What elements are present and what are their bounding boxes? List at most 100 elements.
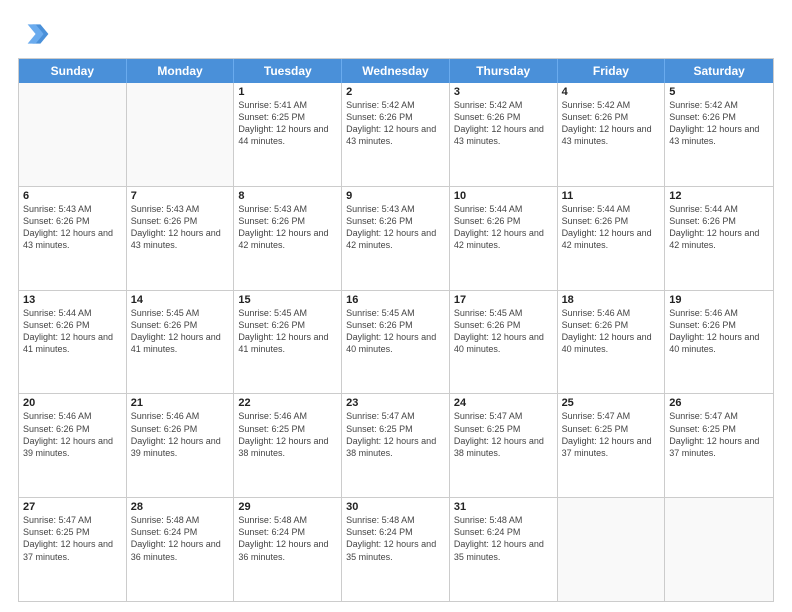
day-number: 11 (562, 190, 661, 202)
day-number: 1 (238, 86, 337, 98)
calendar-day-cell: 4Sunrise: 5:42 AM Sunset: 6:26 PM Daylig… (558, 83, 666, 186)
calendar-day-cell: 5Sunrise: 5:42 AM Sunset: 6:26 PM Daylig… (665, 83, 773, 186)
day-number: 27 (23, 501, 122, 513)
day-info: Sunrise: 5:48 AM Sunset: 6:24 PM Dayligh… (346, 514, 445, 563)
day-number: 20 (23, 397, 122, 409)
day-number: 14 (131, 294, 230, 306)
day-info: Sunrise: 5:45 AM Sunset: 6:26 PM Dayligh… (131, 307, 230, 356)
day-info: Sunrise: 5:48 AM Sunset: 6:24 PM Dayligh… (238, 514, 337, 563)
day-number: 4 (562, 86, 661, 98)
calendar-day-cell (127, 83, 235, 186)
weekday-header: Sunday (19, 59, 127, 83)
day-number: 21 (131, 397, 230, 409)
calendar-day-cell (558, 498, 666, 601)
calendar-week-row: 27Sunrise: 5:47 AM Sunset: 6:25 PM Dayli… (19, 497, 773, 601)
calendar-week-row: 1Sunrise: 5:41 AM Sunset: 6:25 PM Daylig… (19, 83, 773, 186)
calendar-day-cell: 30Sunrise: 5:48 AM Sunset: 6:24 PM Dayli… (342, 498, 450, 601)
day-number: 12 (669, 190, 769, 202)
day-number: 5 (669, 86, 769, 98)
calendar-week-row: 13Sunrise: 5:44 AM Sunset: 6:26 PM Dayli… (19, 290, 773, 394)
day-info: Sunrise: 5:45 AM Sunset: 6:26 PM Dayligh… (454, 307, 553, 356)
calendar-day-cell: 15Sunrise: 5:45 AM Sunset: 6:26 PM Dayli… (234, 291, 342, 394)
calendar-day-cell: 11Sunrise: 5:44 AM Sunset: 6:26 PM Dayli… (558, 187, 666, 290)
calendar-body: 1Sunrise: 5:41 AM Sunset: 6:25 PM Daylig… (19, 83, 773, 601)
day-number: 30 (346, 501, 445, 513)
calendar-day-cell: 19Sunrise: 5:46 AM Sunset: 6:26 PM Dayli… (665, 291, 773, 394)
day-info: Sunrise: 5:42 AM Sunset: 6:26 PM Dayligh… (346, 99, 445, 148)
day-number: 13 (23, 294, 122, 306)
calendar-day-cell: 9Sunrise: 5:43 AM Sunset: 6:26 PM Daylig… (342, 187, 450, 290)
calendar-day-cell: 29Sunrise: 5:48 AM Sunset: 6:24 PM Dayli… (234, 498, 342, 601)
calendar-day-cell: 13Sunrise: 5:44 AM Sunset: 6:26 PM Dayli… (19, 291, 127, 394)
calendar-day-cell: 25Sunrise: 5:47 AM Sunset: 6:25 PM Dayli… (558, 394, 666, 497)
calendar-day-cell: 27Sunrise: 5:47 AM Sunset: 6:25 PM Dayli… (19, 498, 127, 601)
day-number: 15 (238, 294, 337, 306)
calendar-day-cell: 28Sunrise: 5:48 AM Sunset: 6:24 PM Dayli… (127, 498, 235, 601)
day-info: Sunrise: 5:44 AM Sunset: 6:26 PM Dayligh… (669, 203, 769, 252)
calendar-day-cell: 2Sunrise: 5:42 AM Sunset: 6:26 PM Daylig… (342, 83, 450, 186)
day-number: 9 (346, 190, 445, 202)
calendar-header: SundayMondayTuesdayWednesdayThursdayFrid… (19, 59, 773, 83)
day-number: 2 (346, 86, 445, 98)
day-number: 19 (669, 294, 769, 306)
day-number: 17 (454, 294, 553, 306)
calendar-day-cell (665, 498, 773, 601)
day-info: Sunrise: 5:47 AM Sunset: 6:25 PM Dayligh… (23, 514, 122, 563)
day-info: Sunrise: 5:43 AM Sunset: 6:26 PM Dayligh… (131, 203, 230, 252)
calendar-day-cell: 8Sunrise: 5:43 AM Sunset: 6:26 PM Daylig… (234, 187, 342, 290)
weekday-header: Tuesday (234, 59, 342, 83)
day-info: Sunrise: 5:42 AM Sunset: 6:26 PM Dayligh… (562, 99, 661, 148)
calendar-week-row: 6Sunrise: 5:43 AM Sunset: 6:26 PM Daylig… (19, 186, 773, 290)
weekday-header: Friday (558, 59, 666, 83)
calendar: SundayMondayTuesdayWednesdayThursdayFrid… (18, 58, 774, 602)
day-number: 8 (238, 190, 337, 202)
day-number: 26 (669, 397, 769, 409)
calendar-day-cell: 18Sunrise: 5:46 AM Sunset: 6:26 PM Dayli… (558, 291, 666, 394)
weekday-header: Monday (127, 59, 235, 83)
day-info: Sunrise: 5:42 AM Sunset: 6:26 PM Dayligh… (669, 99, 769, 148)
day-info: Sunrise: 5:43 AM Sunset: 6:26 PM Dayligh… (23, 203, 122, 252)
day-info: Sunrise: 5:43 AM Sunset: 6:26 PM Dayligh… (346, 203, 445, 252)
calendar-day-cell: 22Sunrise: 5:46 AM Sunset: 6:25 PM Dayli… (234, 394, 342, 497)
day-info: Sunrise: 5:47 AM Sunset: 6:25 PM Dayligh… (454, 410, 553, 459)
day-number: 6 (23, 190, 122, 202)
day-info: Sunrise: 5:47 AM Sunset: 6:25 PM Dayligh… (669, 410, 769, 459)
day-info: Sunrise: 5:45 AM Sunset: 6:26 PM Dayligh… (238, 307, 337, 356)
logo (18, 18, 54, 50)
day-number: 18 (562, 294, 661, 306)
day-number: 25 (562, 397, 661, 409)
calendar-day-cell (19, 83, 127, 186)
day-info: Sunrise: 5:46 AM Sunset: 6:26 PM Dayligh… (562, 307, 661, 356)
day-number: 10 (454, 190, 553, 202)
day-info: Sunrise: 5:47 AM Sunset: 6:25 PM Dayligh… (562, 410, 661, 459)
day-info: Sunrise: 5:44 AM Sunset: 6:26 PM Dayligh… (562, 203, 661, 252)
day-info: Sunrise: 5:46 AM Sunset: 6:26 PM Dayligh… (23, 410, 122, 459)
calendar-day-cell: 10Sunrise: 5:44 AM Sunset: 6:26 PM Dayli… (450, 187, 558, 290)
logo-icon (18, 18, 50, 50)
day-info: Sunrise: 5:47 AM Sunset: 6:25 PM Dayligh… (346, 410, 445, 459)
calendar-day-cell: 26Sunrise: 5:47 AM Sunset: 6:25 PM Dayli… (665, 394, 773, 497)
calendar-day-cell: 24Sunrise: 5:47 AM Sunset: 6:25 PM Dayli… (450, 394, 558, 497)
weekday-header: Wednesday (342, 59, 450, 83)
day-info: Sunrise: 5:44 AM Sunset: 6:26 PM Dayligh… (454, 203, 553, 252)
calendar-day-cell: 23Sunrise: 5:47 AM Sunset: 6:25 PM Dayli… (342, 394, 450, 497)
calendar-day-cell: 31Sunrise: 5:48 AM Sunset: 6:24 PM Dayli… (450, 498, 558, 601)
calendar-day-cell: 20Sunrise: 5:46 AM Sunset: 6:26 PM Dayli… (19, 394, 127, 497)
calendar-day-cell: 3Sunrise: 5:42 AM Sunset: 6:26 PM Daylig… (450, 83, 558, 186)
calendar-day-cell: 12Sunrise: 5:44 AM Sunset: 6:26 PM Dayli… (665, 187, 773, 290)
day-info: Sunrise: 5:45 AM Sunset: 6:26 PM Dayligh… (346, 307, 445, 356)
calendar-day-cell: 14Sunrise: 5:45 AM Sunset: 6:26 PM Dayli… (127, 291, 235, 394)
weekday-header: Saturday (665, 59, 773, 83)
page: SundayMondayTuesdayWednesdayThursdayFrid… (0, 0, 792, 612)
calendar-day-cell: 17Sunrise: 5:45 AM Sunset: 6:26 PM Dayli… (450, 291, 558, 394)
calendar-day-cell: 1Sunrise: 5:41 AM Sunset: 6:25 PM Daylig… (234, 83, 342, 186)
day-info: Sunrise: 5:46 AM Sunset: 6:26 PM Dayligh… (131, 410, 230, 459)
day-info: Sunrise: 5:43 AM Sunset: 6:26 PM Dayligh… (238, 203, 337, 252)
calendar-week-row: 20Sunrise: 5:46 AM Sunset: 6:26 PM Dayli… (19, 393, 773, 497)
day-number: 31 (454, 501, 553, 513)
day-info: Sunrise: 5:48 AM Sunset: 6:24 PM Dayligh… (131, 514, 230, 563)
calendar-day-cell: 21Sunrise: 5:46 AM Sunset: 6:26 PM Dayli… (127, 394, 235, 497)
day-number: 3 (454, 86, 553, 98)
day-info: Sunrise: 5:41 AM Sunset: 6:25 PM Dayligh… (238, 99, 337, 148)
day-info: Sunrise: 5:44 AM Sunset: 6:26 PM Dayligh… (23, 307, 122, 356)
